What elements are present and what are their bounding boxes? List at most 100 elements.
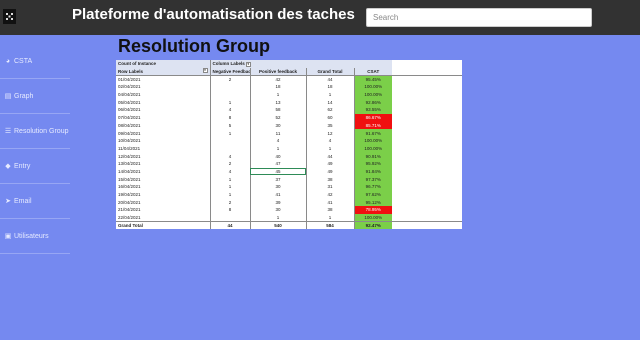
csat-cell[interactable]: 100.00%	[354, 90, 393, 99]
grand-total-positive[interactable]: 540	[250, 220, 307, 230]
negative-feedback-cell[interactable]: 2	[210, 159, 251, 168]
grand-total-cell[interactable]: 49	[306, 167, 355, 176]
negative-feedback-cell[interactable]: 8	[210, 206, 251, 214]
row-label-cell[interactable]: 19/04/2021	[116, 190, 211, 199]
row-filter-icon[interactable]: ▾	[202, 67, 208, 73]
positive-feedback-cell[interactable]: 13	[250, 98, 307, 107]
app-logo-icon[interactable]	[3, 9, 16, 24]
csat-cell[interactable]: 100.00%	[354, 83, 393, 91]
grand-total-negative[interactable]: 44	[210, 220, 251, 230]
csat-cell[interactable]: 95.45%	[354, 75, 393, 84]
row-label-cell[interactable]: 16/04/2021	[116, 183, 211, 191]
positive-feedback-cell[interactable]: 47	[250, 159, 307, 168]
row-label-cell[interactable]: 13/04/2021	[116, 159, 211, 168]
sidebar-item-resolution-group[interactable]: ☰ Resolution Group	[0, 114, 70, 149]
row-label-cell[interactable]: 05/04/2021	[116, 98, 211, 107]
sidebar-item-csta[interactable]: ◕ CSTA	[0, 44, 70, 79]
csat-cell[interactable]: 92.86%	[354, 98, 393, 107]
positive-feedback-cell[interactable]: 37	[250, 175, 307, 183]
negative-feedback-cell[interactable]: 5	[210, 121, 251, 130]
csat-cell[interactable]: 86.67%	[354, 113, 393, 122]
positive-feedback-cell[interactable]: 45	[250, 167, 307, 176]
grand-total-cell[interactable]: 44	[306, 75, 355, 84]
row-label-cell[interactable]: 04/04/2021	[116, 90, 211, 99]
csat-cell[interactable]: 91.84%	[354, 167, 393, 176]
negative-feedback-cell[interactable]: 1	[210, 190, 251, 199]
grand-total-count[interactable]: 584	[306, 220, 355, 230]
row-label-cell[interactable]: 10/04/2021	[116, 136, 211, 145]
positive-feedback-cell[interactable]: 1	[250, 213, 307, 222]
row-label-cell[interactable]: 08/04/2021	[116, 121, 211, 130]
row-label-cell[interactable]: 02/04/2021	[116, 83, 211, 91]
csat-cell[interactable]: 100.00%	[354, 136, 393, 145]
row-label-cell[interactable]: 11/04/2021	[116, 144, 211, 153]
negative-feedback-cell[interactable]: 1	[210, 98, 251, 107]
row-label-cell[interactable]: 21/04/2021	[116, 206, 211, 214]
row-label-cell[interactable]: 01/04/2021	[116, 75, 211, 84]
row-label-cell[interactable]: 20/04/2021	[116, 198, 211, 207]
csat-cell[interactable]: 100.00%	[354, 144, 393, 153]
negative-feedback-cell[interactable]	[210, 136, 251, 145]
row-label-cell[interactable]: 12/04/2021	[116, 152, 211, 160]
grand-total-cell[interactable]: 35	[306, 121, 355, 130]
row-label-cell[interactable]: 14/04/2021	[116, 167, 211, 176]
negative-feedback-cell[interactable]	[210, 144, 251, 153]
grand-total-cell[interactable]: 38	[306, 175, 355, 183]
grand-total-label[interactable]: Grand Total	[116, 220, 211, 230]
positive-feedback-cell[interactable]: 52	[250, 113, 307, 122]
negative-feedback-cell[interactable]	[210, 90, 251, 99]
row-label-cell[interactable]: 22/04/2021	[116, 213, 211, 222]
positive-feedback-cell[interactable]: 4	[250, 136, 307, 145]
positive-feedback-cell[interactable]: 39	[250, 198, 307, 207]
grand-total-cell[interactable]: 62	[306, 106, 355, 114]
negative-feedback-cell[interactable]: 4	[210, 106, 251, 114]
row-label-cell[interactable]: 07/04/2021	[116, 113, 211, 122]
grand-total-cell[interactable]: 38	[306, 206, 355, 214]
grand-total-cell[interactable]: 44	[306, 152, 355, 160]
grand-total-csat[interactable]: 92.47%	[354, 220, 393, 230]
csat-cell[interactable]: 96.77%	[354, 183, 393, 191]
grand-total-cell[interactable]: 60	[306, 113, 355, 122]
grand-total-cell[interactable]: 18	[306, 83, 355, 91]
csat-cell[interactable]: 97.62%	[354, 190, 393, 199]
csat-cell[interactable]: 97.37%	[354, 175, 393, 183]
column-filter-icon[interactable]: ▾	[245, 61, 251, 67]
negative-feedback-cell[interactable]: 2	[210, 198, 251, 207]
negative-feedback-cell[interactable]: 2	[210, 75, 251, 84]
positive-feedback-cell[interactable]: 18	[250, 83, 307, 91]
positive-feedback-cell[interactable]: 30	[250, 121, 307, 130]
negative-feedback-cell[interactable]: 4	[210, 152, 251, 160]
grand-total-cell[interactable]: 31	[306, 183, 355, 191]
positive-feedback-cell[interactable]: 11	[250, 129, 307, 137]
negative-feedback-cell[interactable]: 1	[210, 183, 251, 191]
csat-cell[interactable]: 93.55%	[354, 106, 393, 114]
sidebar-item-entry[interactable]: ◆ Entry	[0, 149, 70, 184]
grand-total-cell[interactable]: 4	[306, 136, 355, 145]
grand-total-cell[interactable]: 42	[306, 190, 355, 199]
positive-feedback-cell[interactable]: 42	[250, 75, 307, 84]
csat-cell[interactable]: 78.95%	[354, 206, 393, 214]
positive-feedback-cell[interactable]: 1	[250, 90, 307, 99]
grand-total-cell[interactable]: 12	[306, 129, 355, 137]
csat-cell[interactable]: 95.12%	[354, 198, 393, 207]
positive-feedback-cell[interactable]: 41	[250, 190, 307, 199]
row-label-cell[interactable]: 09/04/2021	[116, 129, 211, 137]
grand-total-cell[interactable]: 14	[306, 98, 355, 107]
negative-feedback-cell[interactable]: 8	[210, 113, 251, 122]
row-label-cell[interactable]: 15/04/2021	[116, 175, 211, 183]
grand-total-cell[interactable]: 1	[306, 213, 355, 222]
row-label-cell[interactable]: 06/04/2021	[116, 106, 211, 114]
sidebar-item-utilisateurs[interactable]: ▣ Utilisateurs	[0, 219, 70, 254]
csat-cell[interactable]: 100.00%	[354, 213, 393, 222]
csat-cell[interactable]: 91.67%	[354, 129, 393, 137]
positive-feedback-cell[interactable]: 1	[250, 144, 307, 153]
csat-cell[interactable]: 90.91%	[354, 152, 393, 160]
sidebar-item-email[interactable]: ➤ Email	[0, 184, 70, 219]
negative-feedback-cell[interactable]: 1	[210, 175, 251, 183]
positive-feedback-cell[interactable]: 30	[250, 183, 307, 191]
positive-feedback-cell[interactable]: 58	[250, 106, 307, 114]
negative-feedback-cell[interactable]	[210, 83, 251, 91]
grand-total-cell[interactable]: 1	[306, 144, 355, 153]
grand-total-cell[interactable]: 49	[306, 159, 355, 168]
search-input[interactable]	[366, 8, 592, 27]
